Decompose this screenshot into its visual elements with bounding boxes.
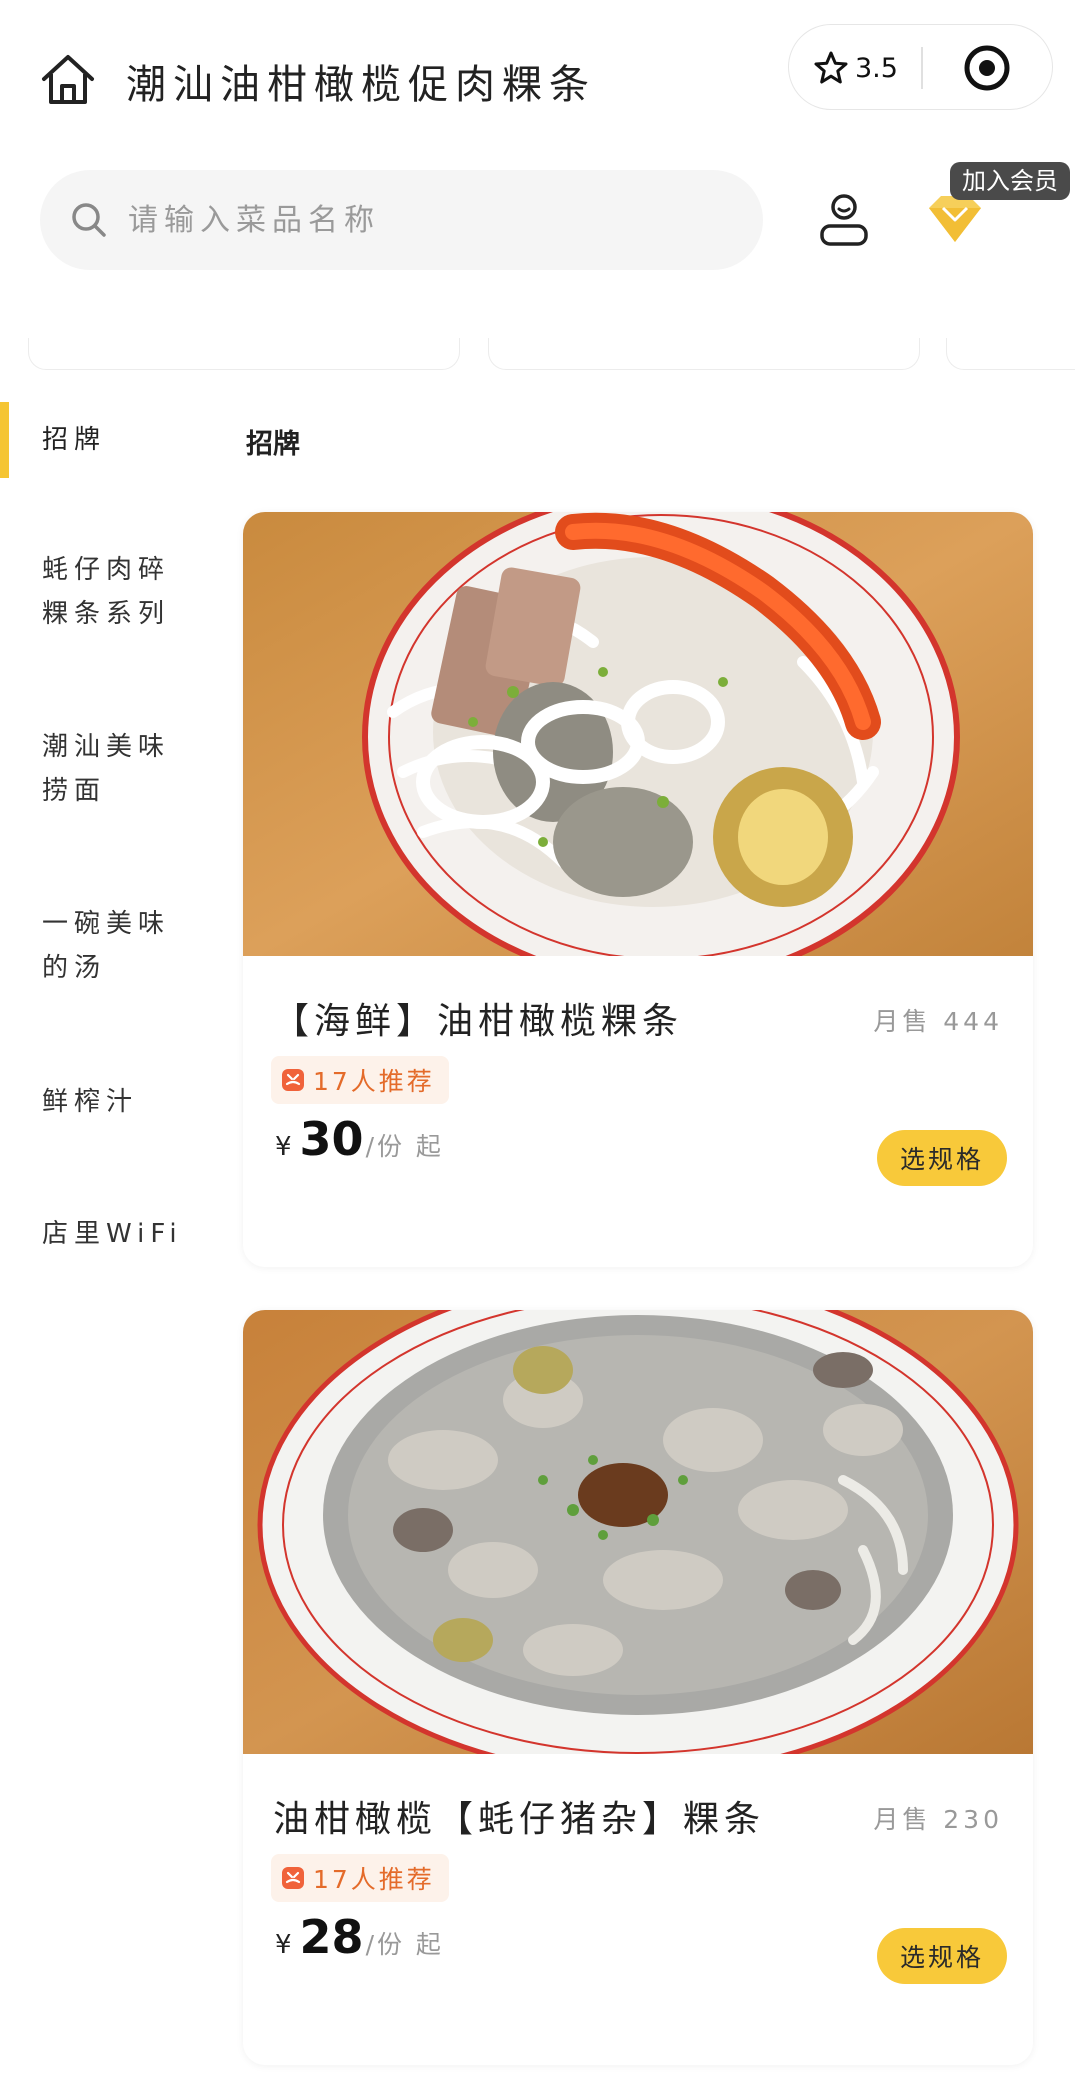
sidebar-item-label: 招牌 xyxy=(42,425,107,455)
select-spec-button[interactable]: 选规格 xyxy=(877,1130,1007,1186)
sidebar-item-label: 鲜榨汁 xyxy=(42,1087,139,1117)
sidebar-item-lo-mein[interactable]: 潮汕美味捞面 xyxy=(0,725,210,815)
recommend-badge: 17人推荐 xyxy=(271,1854,449,1902)
currency-symbol: ¥ xyxy=(275,1132,292,1162)
category-card-edge xyxy=(28,338,460,370)
select-spec-button[interactable]: 选规格 xyxy=(877,1928,1007,1984)
join-member-tip[interactable]: 加入会员 xyxy=(950,162,1070,200)
recommend-icon xyxy=(282,1867,304,1889)
monthly-sales: 月售 444 xyxy=(873,1007,1003,1036)
product-card[interactable]: 油柑橄榄【蚝仔猪杂】粿条 月售 230 17人推荐 ¥ 28 /份 起 选规格 xyxy=(243,1310,1033,2065)
sidebar-item-oyster-noodles[interactable]: 蚝仔肉碎粿条系列 xyxy=(0,548,210,638)
sidebar-item-label: 蚝仔肉碎粿条系列 xyxy=(42,555,171,629)
header: 潮汕油柑橄榄促肉粿条 3.5 加入会员 xyxy=(0,0,1075,305)
recommend-icon xyxy=(282,1069,304,1091)
category-card-edge xyxy=(488,338,920,370)
product-name: 【海鲜】油柑橄榄粿条 xyxy=(273,1001,684,1042)
monthly-sales: 月售 230 xyxy=(873,1805,1003,1834)
dish-photo[interactable] xyxy=(243,1310,1033,1754)
capsule-menu: 3.5 xyxy=(788,24,1053,110)
active-indicator xyxy=(0,402,9,478)
search-bar[interactable] xyxy=(40,170,763,270)
rating-value: 3.5 xyxy=(855,52,898,84)
currency-symbol: ¥ xyxy=(275,1930,292,1960)
search-icon xyxy=(72,203,106,237)
recommend-badge: 17人推荐 xyxy=(271,1056,449,1104)
shop-title: 潮汕油柑橄榄促肉粿条 xyxy=(126,62,596,108)
sidebar-item-label: 一碗美味的汤 xyxy=(42,909,171,983)
sidebar-item-soup[interactable]: 一碗美味的汤 xyxy=(0,902,210,992)
recommend-text: 17人推荐 xyxy=(313,1865,435,1894)
recommend-text: 17人推荐 xyxy=(313,1067,435,1096)
product-card[interactable]: 【海鲜】油柑橄榄粿条 月售 444 17人推荐 ¥ 30 /份 起 选规格 xyxy=(243,512,1033,1267)
sidebar-item-juice[interactable]: 鲜榨汁 xyxy=(0,1080,210,1126)
sidebar-item-wifi[interactable]: 店里WiFi xyxy=(0,1212,210,1258)
dish-photo[interactable] xyxy=(243,512,1033,956)
price: ¥ 30 /份 起 xyxy=(275,1112,444,1166)
price-unit: /份 起 xyxy=(365,1930,444,1959)
star-icon xyxy=(814,51,848,84)
price-value: 28 xyxy=(299,1910,364,1964)
target-icon[interactable] xyxy=(962,43,1012,93)
search-input[interactable] xyxy=(128,202,688,238)
sidebar-item-label: 店里WiFi xyxy=(42,1219,183,1249)
price: ¥ 28 /份 起 xyxy=(275,1910,444,1964)
rating-button[interactable]: 3.5 xyxy=(813,25,898,111)
price-unit: /份 起 xyxy=(365,1132,444,1161)
capsule-divider xyxy=(921,47,923,89)
section-title: 招牌 xyxy=(246,429,300,460)
category-card-edge xyxy=(946,338,1075,370)
home-icon[interactable] xyxy=(38,50,98,110)
price-value: 30 xyxy=(299,1112,364,1166)
user-icon[interactable] xyxy=(815,190,873,248)
sidebar-item-label: 潮汕美味捞面 xyxy=(42,732,171,806)
sidebar-item-signature[interactable]: 招牌 xyxy=(0,402,210,478)
product-name: 油柑橄榄【蚝仔猪杂】粿条 xyxy=(273,1799,766,1840)
